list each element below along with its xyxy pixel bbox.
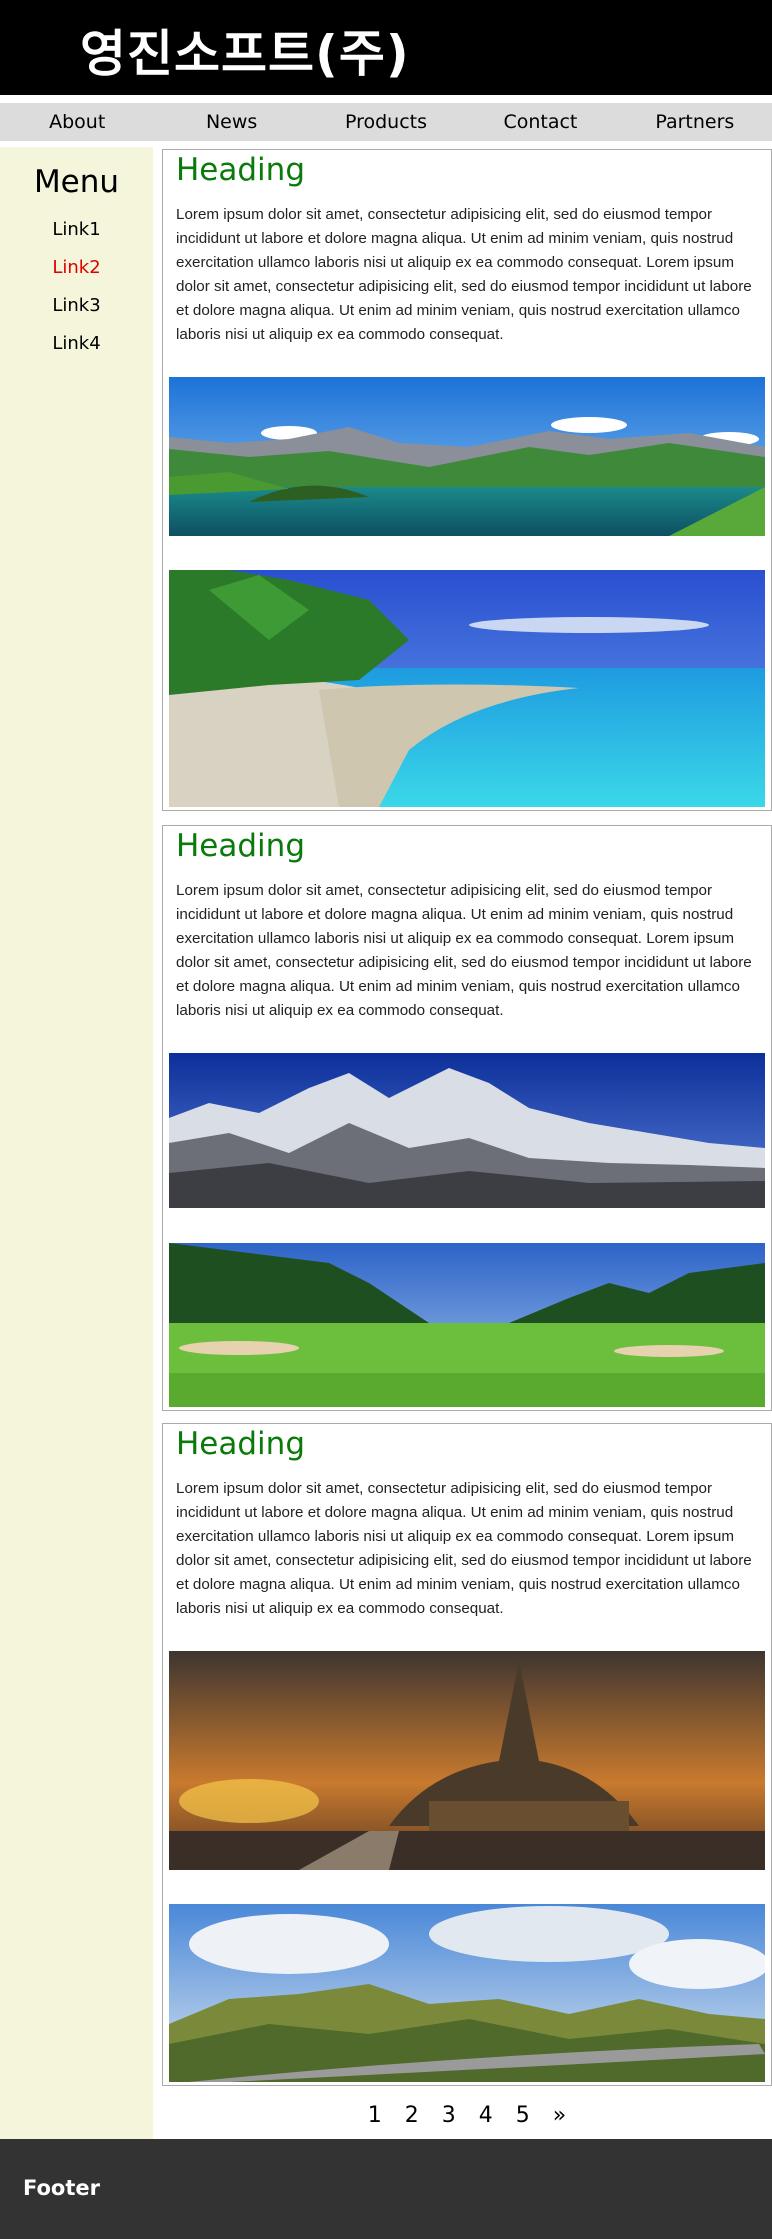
valley-road-image <box>169 1904 765 2082</box>
footer-text: Footer <box>23 2176 100 2200</box>
pagination: 1 2 3 4 5 » <box>162 2103 772 2128</box>
castle-sunset-image <box>169 1651 765 1870</box>
page-link-2[interactable]: 2 <box>405 2103 419 2128</box>
article-body: Lorem ipsum dolor sit amet, consectetur … <box>176 882 752 1019</box>
article-heading: Heading <box>176 1426 305 1462</box>
snowy-mountains-image <box>169 1053 765 1208</box>
nav-item-about[interactable]: About <box>0 103 154 141</box>
sidebar-link-3[interactable]: Link3 <box>0 295 153 316</box>
sidebar-link-2[interactable]: Link2 <box>0 257 153 278</box>
page-link-3[interactable]: 3 <box>442 2103 456 2128</box>
sidebar-link-1[interactable]: Link1 <box>0 219 153 240</box>
article-3: Heading Lorem ipsum dolor sit amet, cons… <box>162 1423 772 2086</box>
top-navigation: About News Products Contact Partners <box>0 103 772 141</box>
article-heading: Heading <box>176 152 305 188</box>
article-heading: Heading <box>176 828 305 864</box>
page-link-5[interactable]: 5 <box>516 2103 530 2128</box>
golf-course-image <box>169 1243 765 1407</box>
sidebar-title: Menu <box>33 164 120 200</box>
site-footer: Footer <box>0 2139 772 2239</box>
nav-item-contact[interactable]: Contact <box>463 103 617 141</box>
article-body: Lorem ipsum dolor sit amet, consectetur … <box>176 1480 752 1617</box>
article-body: Lorem ipsum dolor sit amet, consectetur … <box>176 206 752 343</box>
next-page-link[interactable]: » <box>553 2103 566 2128</box>
mountain-lake-image <box>169 377 765 536</box>
nav-item-products[interactable]: Products <box>309 103 463 141</box>
article-1: Heading Lorem ipsum dolor sit amet, cons… <box>162 149 772 811</box>
page-link-4[interactable]: 4 <box>479 2103 493 2128</box>
nav-item-news[interactable]: News <box>154 103 308 141</box>
sidebar: Menu Link1 Link2 Link3 Link4 <box>0 147 153 2139</box>
nav-item-partners[interactable]: Partners <box>618 103 772 141</box>
site-title: 영진소프트(주) <box>80 25 410 83</box>
sidebar-link-4[interactable]: Link4 <box>0 333 153 354</box>
site-header: 영진소프트(주) <box>0 0 772 95</box>
article-2: Heading Lorem ipsum dolor sit amet, cons… <box>162 825 772 1411</box>
page-link-1[interactable]: 1 <box>368 2103 382 2128</box>
tropical-beach-image <box>169 570 765 807</box>
